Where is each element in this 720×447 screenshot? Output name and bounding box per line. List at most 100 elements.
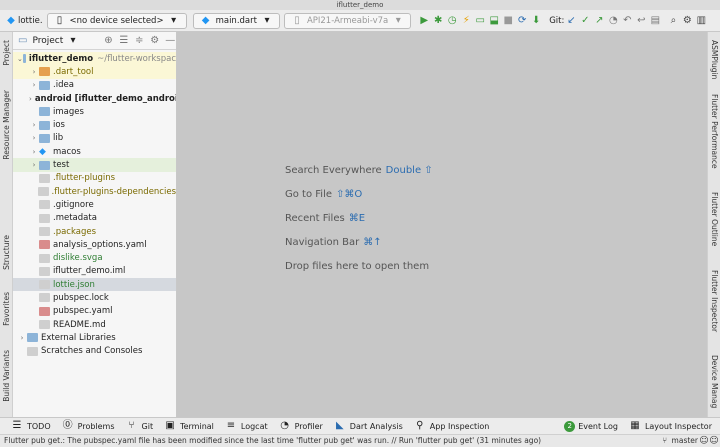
tree-row[interactable]: pubspec.yaml [13,305,176,318]
bottom-tab-label: App Inspection [429,421,490,431]
sync-icon[interactable]: ⟳ [515,14,529,28]
git-history-icon[interactable]: ◔ [606,14,620,28]
bottom-tab-event-log[interactable]: 2 Event Log [564,420,618,432]
tree-row[interactable]: .gitignore [13,198,176,211]
device-icon[interactable]: ▭ [473,14,487,28]
bottom-tab-app-inspection[interactable]: ⚲ App Inspection [413,419,490,433]
search-icon[interactable]: ⌕ [666,14,680,28]
tree-row-label: lib [53,133,64,144]
chevron-right-icon[interactable]: › [17,334,27,342]
bottom-tab-terminal[interactable]: ▣ Terminal [163,419,214,433]
collapse-all-icon[interactable]: ≑ [134,34,145,48]
tree-row[interactable]: lottie.json [13,278,176,292]
bottom-tab-git[interactable]: ⑂ Git [125,419,154,433]
tree-row[interactable]: analysis_options.yaml [13,238,176,251]
tree-row[interactable]: › External Libraries [13,331,176,344]
settings-icon[interactable]: ⚙ [680,14,694,28]
git-branch-widget[interactable]: ⑂ master [656,435,698,447]
tree-row[interactable]: .packages [13,225,176,238]
debug-icon[interactable]: ✱ [431,14,445,28]
tool-tab-resource-manager[interactable]: Resource Manager [2,90,11,160]
chevron-right-icon[interactable]: › [29,68,39,76]
profile-icon[interactable]: ◷ [445,14,459,28]
editor-empty-area[interactable]: Search Everywhere Double ⇧ Go to File ⇧⌘O Re… [177,32,707,417]
tree-row[interactable]: Scratches and Consoles [13,345,176,358]
sdk-manager-icon[interactable]: ⬇ [529,14,543,28]
editor-hint: Search Everywhere Double ⇧ [285,165,433,176]
rollback-icon[interactable]: ↶ [620,14,634,28]
file-icon [39,200,50,210]
chevron-right-icon[interactable]: › [29,134,39,142]
tool-tab-flutter-outline[interactable]: Flutter Outline [710,192,719,246]
tree-row[interactable]: .metadata [13,212,176,225]
settings-icon[interactable]: ⚙ [149,34,160,48]
bottom-tab-logcat[interactable]: ≡ Logcat [224,419,268,433]
tool-tab-flutter-inspector[interactable]: Flutter Inspector [710,270,719,332]
tree-row[interactable]: dislike.svga [13,251,176,264]
undo-icon[interactable]: ↩ [634,14,648,28]
flutter-icon: ◆ [39,147,46,158]
git-commit-icon[interactable]: ✓ [578,14,592,28]
tree-row-label: macos [53,146,81,157]
chevron-right-icon[interactable]: › [29,95,32,103]
yaml-icon [39,306,50,316]
tree-row[interactable]: iflutter_demo.iml [13,265,176,278]
chevron-down-icon[interactable]: ⌄ [17,55,23,63]
status-message[interactable]: Flutter pub get.: The pubspec.yaml file … [4,436,541,445]
run-config-selector[interactable]: ◆ main.dart ▾ [192,12,280,29]
bottom-tab-problems[interactable]: ⓪ Problems [61,419,115,433]
tree-row[interactable]: › ◆ macos [13,145,176,158]
tree-row[interactable]: README.md [13,318,176,331]
event-log-badge: 2 [564,420,576,432]
tree-row[interactable]: images [13,105,176,118]
tree-row[interactable]: › test [13,158,176,172]
project-view-selector[interactable]: Project [32,36,63,46]
locate-icon[interactable]: ⊕ [103,34,114,48]
chevron-right-icon[interactable]: › [29,148,39,156]
layout-icon[interactable]: ▥ [694,14,708,28]
tool-tab-build-variants[interactable]: Build Variants [2,350,11,402]
tree-row[interactable]: › ios [13,118,176,131]
bottom-tab-layout-inspector[interactable]: ▦ Layout Inspector [628,419,712,433]
tree-row[interactable]: › android [iflutter_demo_androi [13,92,176,105]
attach-debugger-icon[interactable]: ⬓ [487,14,501,28]
tree-row[interactable]: .flutter-plugins-dependencies [13,185,176,198]
file-icon [38,187,49,197]
file-icon[interactable]: ▤ [648,14,662,28]
chevron-right-icon[interactable]: › [29,81,39,89]
bottom-tab-dart-analysis[interactable]: ◣ Dart Analysis [333,419,403,433]
emulator-selector[interactable]: ▯ API21-Armeabi-v7a ▾ [283,12,412,29]
tree-row-path: ~/flutter-workspac [97,53,176,64]
tree-row[interactable]: › .idea [13,79,176,92]
tree-row[interactable]: pubspec.lock [13,291,176,304]
hide-icon[interactable]: — [165,34,176,48]
device-selector[interactable]: ▯ <no device selected> ▾ [46,12,187,29]
git-branch-label: master [671,436,698,445]
feedback-icon[interactable]: ☺ [709,435,719,447]
tree-row[interactable]: .flutter-plugins [13,172,176,185]
tree-row[interactable]: ⌄ iflutter_demo ~/flutter-workspac [13,52,176,66]
bottom-tab-todo[interactable]: ☰ TODO [10,419,51,433]
tree-row[interactable]: › .dart_tool [13,65,176,79]
chevron-right-icon[interactable]: › [29,161,39,169]
expand-all-icon[interactable]: ☰ [118,34,129,48]
stop-icon[interactable]: ■ [501,14,515,28]
run-icon[interactable]: ▶ [417,14,431,28]
tool-tab-structure[interactable]: Structure [2,235,11,270]
tool-tab-asmplugin[interactable]: ASMPlugin [710,40,719,79]
tool-tab-favorites[interactable]: Favorites [2,292,11,326]
folder-orange-icon [39,67,50,77]
smiley-icon[interactable]: ☺ [699,435,709,447]
tree-row[interactable]: › lib [13,132,176,145]
hot-reload-icon[interactable]: ⚡ [459,14,473,28]
tool-tab-flutter-performance[interactable]: Flutter Performance [710,94,719,169]
editor-hint-text: Search Everywhere [285,165,382,176]
project-crumb[interactable]: ◆ lottie. [4,13,42,29]
git-update-icon[interactable]: ↙ [564,14,578,28]
bottom-tab-profiler[interactable]: ◔ Profiler [278,419,323,433]
git-push-icon[interactable]: ↗ [592,14,606,28]
tool-tab-project[interactable]: Project [2,40,11,66]
chevron-down-icon[interactable]: ▾ [67,34,78,48]
tool-tab-device-manager[interactable]: Device Manag [710,355,719,408]
chevron-right-icon[interactable]: › [29,121,39,129]
